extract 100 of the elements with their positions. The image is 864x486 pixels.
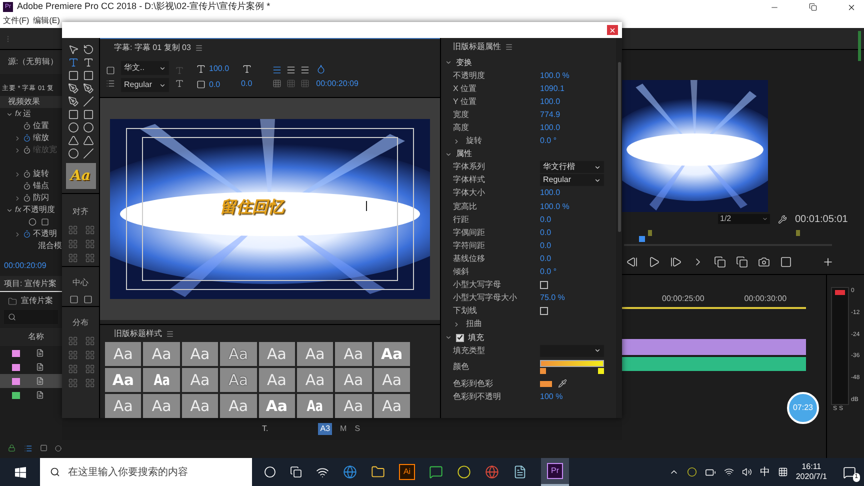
- track-button[interactable]: M: [340, 423, 347, 435]
- font-select[interactable]: 华文..: [121, 61, 169, 75]
- leading-value[interactable]: 0.0: [241, 78, 252, 90]
- property-select[interactable]: Regular: [540, 174, 604, 186]
- style-swatch[interactable]: Aa: [374, 394, 410, 418]
- property-label[interactable]: 扭曲: [466, 318, 482, 330]
- line-tool-icon[interactable]: [82, 148, 94, 159]
- effect-property-row[interactable]: 锚点: [0, 180, 62, 192]
- style-swatch[interactable]: Aa: [143, 368, 180, 392]
- rectangle-mask-icon[interactable]: [41, 218, 49, 226]
- section-title[interactable]: 属性: [456, 148, 472, 160]
- folder-icon[interactable]: [371, 465, 385, 479]
- checkbox[interactable]: [540, 281, 548, 290]
- style-swatch[interactable]: Aa: [220, 394, 256, 418]
- style-swatch[interactable]: Aa: [335, 342, 372, 366]
- step-forward-icon[interactable]: [670, 256, 682, 268]
- property-value[interactable]: 0.0 °: [540, 266, 557, 278]
- property-value[interactable]: 0.0: [540, 226, 552, 239]
- style-swatch[interactable]: Aa: [143, 394, 180, 418]
- color-swatch[interactable]: [540, 380, 552, 387]
- align-center-icon[interactable]: [286, 65, 296, 75]
- expand-icon[interactable]: [453, 320, 460, 328]
- style-swatch[interactable]: Aa: [182, 394, 218, 418]
- panel-tab[interactable]: 字幕: 字幕 01 复制 03: [114, 42, 191, 54]
- property-value[interactable]: 100.0: [540, 96, 560, 108]
- panel-menu-icon[interactable]: [505, 43, 513, 51]
- section-title[interactable]: 填充: [468, 332, 484, 344]
- stopwatch-icon[interactable]: [23, 182, 31, 190]
- expand-icon[interactable]: [14, 170, 21, 178]
- input-method[interactable]: 中: [760, 464, 770, 480]
- eyedropper-icon[interactable]: [558, 379, 567, 388]
- style-swatch[interactable]: Aa: [258, 342, 295, 366]
- style-swatch[interactable]: Aa: [220, 342, 256, 366]
- align-left-icon[interactable]: [272, 65, 282, 75]
- style-swatch[interactable]: Aa: [374, 368, 410, 392]
- path-type-tool-icon[interactable]: [68, 83, 78, 94]
- rectangle-tool-icon[interactable]: [68, 109, 78, 120]
- wedge-tool-icon[interactable]: [68, 135, 78, 146]
- project-item[interactable]: [0, 374, 62, 388]
- font-size-icon[interactable]: [196, 64, 206, 74]
- marker-icon[interactable]: [648, 230, 652, 236]
- property-value[interactable]: 1090.1: [540, 82, 564, 95]
- background-timecode[interactable]: 00:00:20:09: [316, 78, 358, 90]
- chat-app-icon[interactable]: [429, 465, 443, 479]
- marker-icon[interactable]: [796, 230, 800, 236]
- play-icon[interactable]: [648, 256, 660, 268]
- scrollbar-thumb[interactable]: [618, 62, 620, 232]
- property-label[interactable]: 旋转: [466, 135, 482, 148]
- wifi-icon[interactable]: [724, 467, 734, 477]
- panel-menu-icon[interactable]: [194, 44, 203, 52]
- gradient-stop[interactable]: [540, 368, 546, 374]
- property-select[interactable]: 华文行楷: [540, 161, 604, 174]
- selection-tool-icon[interactable]: [68, 44, 78, 55]
- expand-icon[interactable]: [14, 230, 21, 238]
- property-value[interactable]: 75.0 %: [540, 292, 565, 304]
- list-view-icon[interactable]: [24, 444, 32, 452]
- collapse-icon[interactable]: [6, 206, 13, 214]
- property-value[interactable]: 100.0: [540, 187, 560, 200]
- style-swatch[interactable]: Aa: [220, 368, 256, 392]
- style-swatch[interactable]: Aa: [182, 368, 218, 392]
- stopwatch-icon[interactable]: [23, 134, 31, 142]
- font-size-value[interactable]: 100.0: [209, 62, 230, 74]
- lock-icon[interactable]: [8, 444, 16, 452]
- checkbox[interactable]: [540, 307, 548, 316]
- property-value[interactable]: 100 %: [540, 390, 563, 403]
- collapse-icon[interactable]: [445, 150, 452, 158]
- expand-icon[interactable]: [453, 138, 460, 145]
- clip-indicator[interactable]: [835, 290, 845, 295]
- menu-item[interactable]: 文件(F): [3, 15, 30, 27]
- property-value[interactable]: 0.0: [540, 252, 552, 265]
- track-button[interactable]: A3: [318, 423, 332, 435]
- style-swatch[interactable]: Aa: [105, 394, 142, 418]
- rotate-tool-icon[interactable]: [82, 44, 94, 55]
- app-icon[interactable]: Ai: [399, 464, 415, 480]
- style-swatch[interactable]: Aa: [143, 342, 180, 366]
- style-swatch[interactable]: Aa: [258, 394, 295, 418]
- panel-tab[interactable]: 旧版标题属性: [453, 41, 501, 53]
- panel-tab[interactable]: 旧版标题样式: [114, 328, 162, 340]
- music-app-icon[interactable]: [457, 465, 471, 479]
- property-value[interactable]: 100.0 %: [540, 200, 570, 213]
- style-swatch[interactable]: Aa: [335, 394, 372, 418]
- close-button[interactable]: [607, 25, 618, 35]
- search-field[interactable]: 在这里输入你要搜索的内容: [40, 458, 252, 486]
- property-value[interactable]: 100.0 %: [540, 70, 570, 82]
- settings-icon[interactable]: [778, 214, 787, 224]
- style-swatch[interactable]: Aa: [258, 368, 295, 392]
- gradient-stop[interactable]: [598, 368, 604, 374]
- effect-property-row[interactable]: 旋转: [0, 168, 62, 180]
- add-button-icon[interactable]: [822, 256, 834, 268]
- property-value[interactable]: 0.0: [540, 240, 552, 252]
- property-value[interactable]: 774.9: [540, 108, 560, 121]
- style-swatch[interactable]: Aa: [296, 368, 334, 392]
- stopwatch-icon[interactable]: [23, 194, 31, 202]
- ellipse-mask-icon[interactable]: [28, 218, 37, 226]
- collapse-icon[interactable]: [445, 59, 452, 66]
- effect-property-row[interactable]: 位置: [0, 120, 62, 132]
- collapse-icon[interactable]: [6, 110, 13, 118]
- search-icon[interactable]: [8, 313, 16, 321]
- property-value[interactable]: 0.0: [540, 214, 552, 226]
- notification-icon[interactable]: [843, 466, 856, 478]
